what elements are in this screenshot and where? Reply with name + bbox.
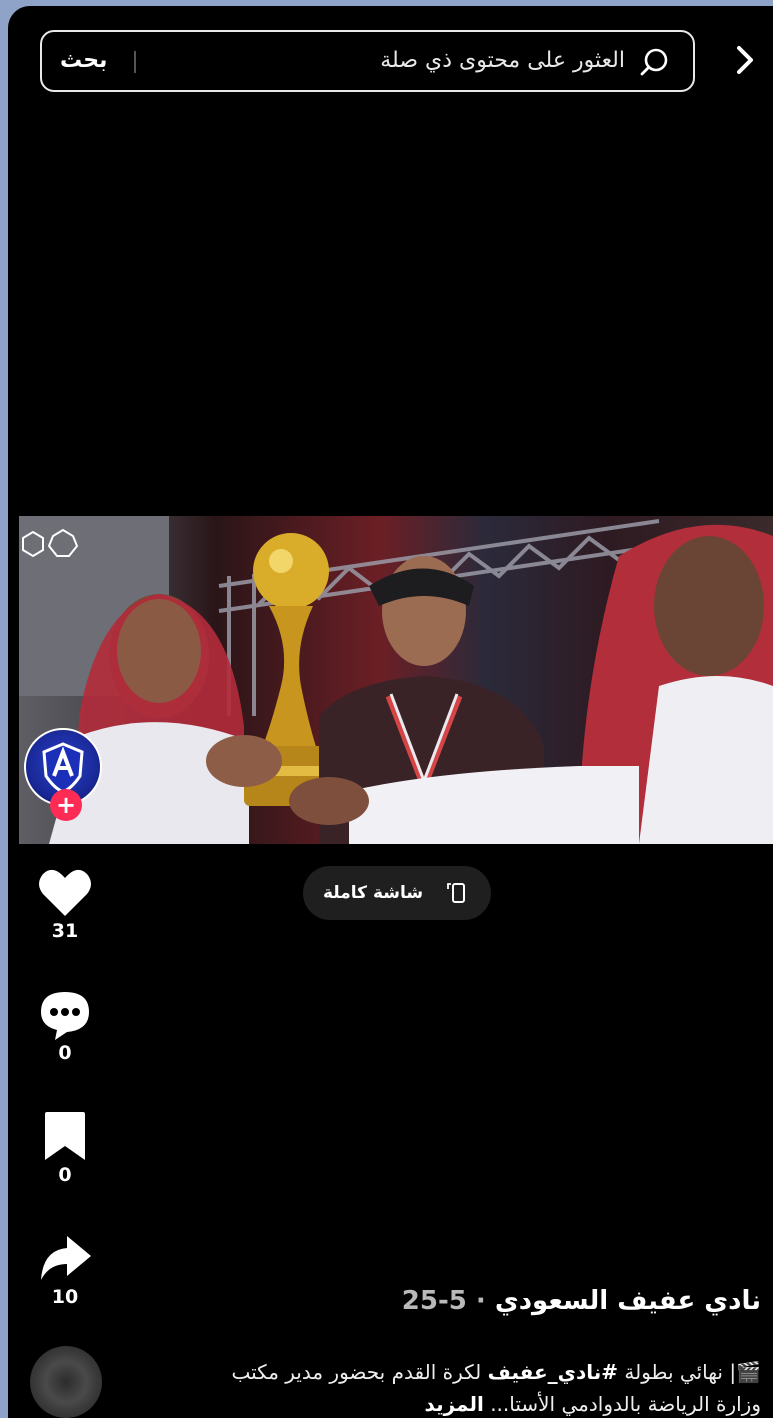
comment-count: 0 bbox=[58, 1042, 72, 1064]
author-name[interactable]: نادي عفيف السعودي bbox=[495, 1286, 761, 1316]
search-icon bbox=[640, 48, 668, 76]
caption-prefix: 🎬| نهائي بطولة bbox=[618, 1360, 761, 1384]
video-feed-screen: بحث العثور على محتوى ذي صلة + شاشة كاملة… bbox=[8, 6, 773, 1418]
follow-plus-button[interactable]: + bbox=[50, 789, 82, 821]
fullscreen-button[interactable]: شاشة كاملة bbox=[303, 866, 491, 920]
share-button[interactable]: 10 bbox=[30, 1232, 100, 1308]
like-button[interactable]: 31 bbox=[30, 866, 100, 942]
video-player[interactable] bbox=[19, 516, 773, 844]
heart-icon bbox=[39, 869, 91, 916]
video-frame-illustration bbox=[19, 516, 773, 844]
like-count: 31 bbox=[51, 920, 79, 942]
author-line: نادي عفيف السعودي · 5-25 bbox=[201, 1286, 761, 1316]
post-caption[interactable]: 🎬| نهائي بطولة #نادي_عفيف لكرة القدم بحض… bbox=[201, 1356, 761, 1418]
date-separator: · bbox=[466, 1286, 495, 1316]
fullscreen-rotate-icon bbox=[447, 883, 465, 903]
more-link[interactable]: المزيد bbox=[425, 1392, 484, 1416]
fullscreen-label: شاشة كاملة bbox=[323, 883, 424, 903]
save-button[interactable]: 0 bbox=[30, 1110, 100, 1186]
chevron-right-icon[interactable] bbox=[731, 42, 759, 78]
post-meta: نادي عفيف السعودي · 5-25 bbox=[201, 1286, 761, 1316]
comment-icon bbox=[41, 992, 89, 1040]
post-date: 5-25 bbox=[401, 1286, 467, 1316]
share-arrow-icon bbox=[41, 1236, 91, 1280]
search-bar[interactable]: بحث العثور على محتوى ذي صلة bbox=[40, 30, 695, 92]
share-count: 10 bbox=[51, 1286, 79, 1308]
search-input[interactable]: العثور على محتوى ذي صلة bbox=[380, 32, 625, 90]
comment-button[interactable]: 0 bbox=[30, 988, 100, 1064]
music-disc-icon[interactable] bbox=[30, 1346, 102, 1418]
bookmark-icon bbox=[45, 1112, 85, 1160]
search-divider bbox=[134, 51, 136, 73]
hashtag-link[interactable]: #نادي_عفيف bbox=[488, 1360, 618, 1384]
search-button[interactable]: بحث bbox=[60, 32, 107, 90]
top-bar: بحث العثور على محتوى ذي صلة bbox=[8, 30, 773, 96]
save-count: 0 bbox=[58, 1164, 72, 1186]
